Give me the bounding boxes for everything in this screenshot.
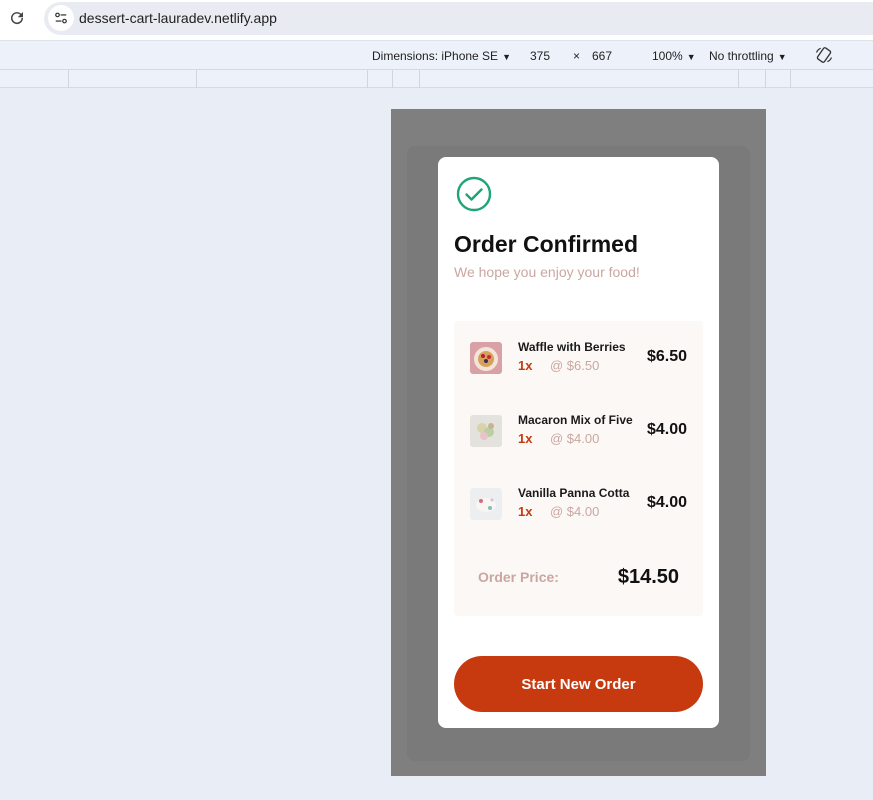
item-quantity: 1x <box>518 431 533 446</box>
url-text: dessert-cart-lauradev.netlify.app <box>79 10 277 26</box>
throttling-dropdown[interactable]: No throttling ▼ <box>709 49 787 63</box>
ruler-tick <box>738 70 739 88</box>
item-total: $6.50 <box>646 348 687 365</box>
item-unit-price: @ $6.50 <box>550 358 600 373</box>
caret-down-icon: ▼ <box>686 52 696 62</box>
width-field[interactable]: 375 <box>530 49 550 63</box>
item-unit-price: @ $4.00 <box>550 504 600 519</box>
item-total: $4.00 <box>646 494 687 511</box>
panna-cotta-thumbnail <box>470 488 502 520</box>
order-summary: Waffle with Berries 1x @ $6.50 $6.50 Mac… <box>454 321 703 616</box>
list-item: Vanilla Panna Cotta 1x @ $4.00 $4.00 <box>454 483 703 523</box>
modal-title: Order Confirmed <box>454 231 639 257</box>
item-quantity: 1x <box>518 358 533 373</box>
start-new-order-button[interactable]: Start New Order <box>454 656 703 712</box>
ruler-tick <box>765 70 766 88</box>
macaron-thumbnail <box>470 415 502 447</box>
item-name: Waffle with Berries <box>518 340 626 354</box>
list-item: Macaron Mix of Five 1x @ $4.00 $4.00 <box>454 410 703 450</box>
ruler-tick <box>367 70 368 88</box>
height-field[interactable]: 667 <box>592 49 612 63</box>
caret-down-icon: ▼ <box>502 52 511 62</box>
dimensions-label: Dimensions: iPhone SE <box>372 49 499 63</box>
order-price-value: $14.50 <box>617 566 679 588</box>
ruler-tick <box>419 70 420 88</box>
rotate-icon[interactable] <box>814 45 834 65</box>
dimensions-dropdown[interactable]: Dimensions: iPhone SE ▼ <box>372 49 511 63</box>
ruler-tick <box>392 70 393 88</box>
url-field[interactable]: dessert-cart-lauradev.netlify.app <box>44 2 873 35</box>
item-name: Vanilla Panna Cotta <box>518 486 630 500</box>
media-query-ruler <box>0 69 873 88</box>
list-item: Waffle with Berries 1x @ $6.50 $6.50 <box>454 337 703 377</box>
item-unit-price: @ $4.00 <box>550 431 600 446</box>
zoom-dropdown[interactable]: 100% ▼ <box>652 49 696 63</box>
device-toolbar: Dimensions: iPhone SE ▼ 375 × 667 100% ▼ N… <box>0 40 873 69</box>
caret-down-icon: ▼ <box>777 52 787 62</box>
device-viewport: Order Confirmed We hope you enjoy your f… <box>391 109 766 776</box>
address-bar: dessert-cart-lauradev.netlify.app <box>0 0 873 40</box>
zoom-label: 100% <box>652 49 683 63</box>
item-total: $4.00 <box>646 421 687 438</box>
ruler-tick <box>68 70 69 88</box>
waffle-thumbnail <box>470 342 502 374</box>
ruler-tick <box>790 70 791 88</box>
times-sign: × <box>573 49 581 63</box>
throttling-label: No throttling <box>709 49 774 63</box>
order-confirmed-modal: Order Confirmed We hope you enjoy your f… <box>438 157 719 728</box>
reload-icon[interactable] <box>8 9 26 27</box>
order-price-label: Order Price: <box>478 569 559 585</box>
site-settings-icon[interactable] <box>48 5 74 31</box>
ruler-tick <box>196 70 197 88</box>
item-quantity: 1x <box>518 504 533 519</box>
modal-subtitle: We hope you enjoy your food! <box>454 264 640 280</box>
check-circle-icon <box>456 176 492 212</box>
item-name: Macaron Mix of Five <box>518 413 633 427</box>
